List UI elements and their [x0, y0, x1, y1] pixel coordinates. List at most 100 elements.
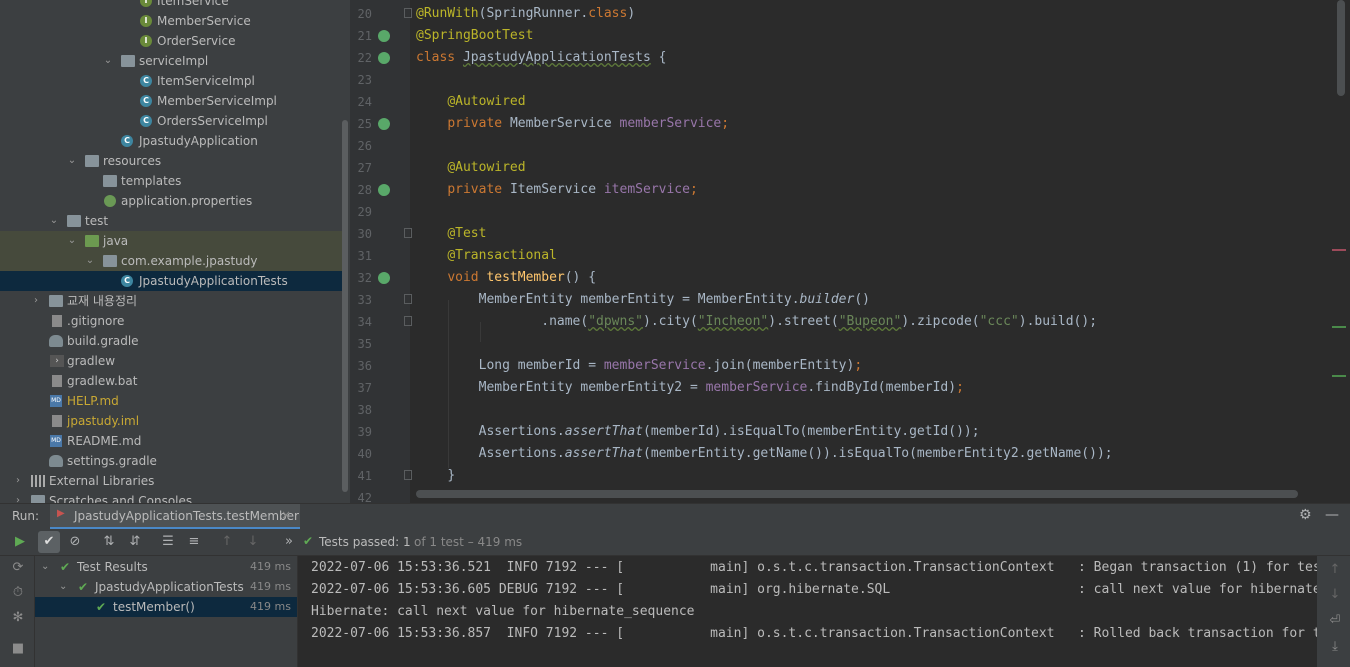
scroll-to-end-icon[interactable]: ⤓ [1326, 639, 1344, 654]
up-arrow-icon[interactable]: ↑ [1326, 562, 1344, 577]
run-label: Run: [12, 509, 40, 523]
console-line: 2022-07-06 15:53:36.857 INFO 7192 --- [ … [311, 626, 1317, 641]
show-passed-icon[interactable]: ✔ [38, 531, 60, 553]
tree-item-java[interactable]: ⌄ java [0, 231, 342, 251]
code-line-36: Long memberId = memberService.join(membe… [478, 358, 863, 373]
editor-horizontal-scrollbar[interactable] [416, 490, 1298, 498]
tree-item-ordersserviceimpl[interactable]: C OrdersServiceImpl [0, 111, 342, 131]
error-stripe-marker[interactable] [1332, 249, 1346, 251]
gear-icon[interactable]: ⚙ [1299, 507, 1312, 523]
tree-item-resources[interactable]: ⌄ resources [0, 151, 342, 171]
test-source-folder-icon [85, 235, 99, 247]
chevron-right-icon[interactable]: › [12, 471, 24, 491]
interface-icon: I [140, 0, 152, 7]
tree-item-test[interactable]: ⌄ test [0, 211, 342, 231]
code-line-37: MemberEntity memberEntity2 = memberServi… [478, 380, 964, 395]
rerun-failed-icon[interactable]: ⟳ [9, 560, 27, 575]
soft-wrap-icon[interactable]: ⏎ [1326, 613, 1344, 628]
show-ignored-icon[interactable]: ⊘ [64, 531, 86, 553]
line-number: 38 [357, 403, 372, 417]
run-test-gutter-icon[interactable] [378, 52, 390, 64]
sort-duration-icon[interactable]: ⇵ [124, 531, 146, 553]
chevron-down-icon[interactable]: ⌄ [41, 557, 49, 577]
tree-item-application-properties[interactable]: application.properties [0, 191, 342, 211]
tree-item-help-md[interactable]: MD HELP.md [0, 391, 342, 411]
test-class-row[interactable]: ⌄ ✔ JpastudyApplicationTests 419 ms [35, 577, 297, 597]
test-folder-icon [67, 215, 81, 227]
warning-stripe-marker[interactable] [1332, 326, 1346, 328]
collapse-all-icon[interactable]: ≡ [183, 531, 205, 553]
tree-item-gradlew-bat[interactable]: gradlew.bat [0, 371, 342, 391]
fold-icon[interactable] [404, 8, 412, 18]
tree-item-memberserviceimpl[interactable]: C MemberServiceImpl [0, 91, 342, 111]
run-test-gutter-icon[interactable] [378, 272, 390, 284]
debug-icon[interactable]: ✻ [9, 610, 27, 625]
tree-item-jpastudyapplicationtests[interactable]: C JpastudyApplicationTests [0, 271, 342, 291]
tree-item-serviceimpl[interactable]: ⌄ serviceImpl [0, 51, 342, 71]
editor-vertical-scrollbar[interactable] [1337, 0, 1345, 96]
more-icon[interactable]: » [278, 531, 300, 553]
file-icon [52, 315, 62, 327]
line-number: 28 [357, 183, 372, 197]
next-test-icon[interactable]: ↓ [242, 531, 264, 553]
chevron-down-icon[interactable]: ⌄ [48, 211, 60, 231]
tree-item-jpastudyapplication[interactable]: C JpastudyApplication [0, 131, 342, 151]
previous-test-icon[interactable]: ↑ [216, 531, 238, 553]
line-number: 24 [357, 95, 372, 109]
toggle-auto-test-icon[interactable]: ⏱ [9, 585, 27, 600]
minimize-icon[interactable]: — [1325, 507, 1339, 523]
test-method-row[interactable]: ✔ testMember() 419 ms [35, 597, 297, 617]
fold-icon[interactable] [404, 316, 412, 326]
code-line-25: private MemberService memberService; [447, 116, 730, 131]
chevron-down-icon[interactable]: ⌄ [66, 151, 78, 171]
test-run-icon: ▶ [57, 508, 65, 519]
chevron-down-icon[interactable]: ⌄ [66, 231, 78, 251]
tree-scrollbar[interactable] [342, 120, 348, 492]
autowired-gutter-icon[interactable] [378, 118, 390, 130]
project-tree: I ItemService I MemberService I OrderSer… [0, 0, 350, 503]
tree-item-korean-notes[interactable]: › 교재 내용정리 [0, 291, 342, 311]
fold-icon[interactable] [404, 294, 412, 304]
package-icon [121, 55, 135, 67]
tests-summary: of 1 test – 419 ms [414, 535, 523, 549]
warning-stripe-marker[interactable] [1332, 375, 1346, 377]
autowired-gutter-icon[interactable] [378, 184, 390, 196]
tree-item-jpastudy-iml[interactable]: jpastudy.iml [0, 411, 342, 431]
code-line-31: @Transactional [447, 248, 557, 263]
tree-item-scratches[interactable]: › Scratches and Consoles [0, 491, 342, 503]
run-toolbar: ▶ ✔ ⊘ ⇅ ⇵ ☰ ≡ ↑ ↓ » ✔ Tests passed: 1 of… [0, 529, 1350, 556]
tree-item-gradlew[interactable]: › gradlew [0, 351, 342, 371]
code-line-28: private ItemService itemService; [447, 182, 698, 197]
spring-bean-gutter-icon[interactable] [378, 30, 390, 42]
chevron-down-icon[interactable]: ⌄ [102, 51, 114, 71]
tree-item-build-gradle[interactable]: build.gradle [0, 331, 342, 351]
tree-item-itemserviceimpl[interactable]: C ItemServiceImpl [0, 71, 342, 91]
run-tab[interactable]: ▶ JpastudyApplicationTests.testMember × [50, 504, 300, 530]
tree-item-gitignore[interactable]: .gitignore [0, 311, 342, 331]
tree-item-external-libraries[interactable]: › External Libraries [0, 471, 342, 491]
sort-alpha-icon[interactable]: ⇅ [98, 531, 120, 553]
line-number: 22 [357, 51, 372, 65]
chevron-right-icon[interactable]: › [30, 291, 42, 311]
test-results-root[interactable]: ⌄ ✔ Test Results 419 ms [35, 557, 297, 577]
chevron-right-icon[interactable]: › [12, 491, 24, 503]
code-line-41: } [447, 468, 456, 483]
tree-item-readme-md[interactable]: MD README.md [0, 431, 342, 451]
chevron-down-icon[interactable]: ⌄ [59, 577, 67, 597]
tree-item-memberservice[interactable]: I MemberService [0, 11, 342, 31]
close-icon[interactable]: × [281, 508, 291, 522]
tree-item-itemservice[interactable]: I ItemService [0, 0, 342, 11]
rerun-icon[interactable]: ▶ [9, 531, 31, 553]
tree-item-orderservice[interactable]: I OrderService [0, 31, 342, 51]
down-arrow-icon[interactable]: ↓ [1326, 587, 1344, 602]
chevron-down-icon[interactable]: ⌄ [84, 251, 96, 271]
code-line-24: @Autowired [447, 94, 526, 109]
console-output[interactable]: 2022-07-06 15:53:36.521 INFO 7192 --- [ … [299, 556, 1317, 667]
tree-item-settings-gradle[interactable]: settings.gradle [0, 451, 342, 471]
fold-icon[interactable] [404, 470, 412, 480]
expand-all-icon[interactable]: ☰ [157, 531, 179, 553]
stop-icon[interactable]: ■ [9, 641, 27, 656]
fold-icon[interactable] [404, 228, 412, 238]
tree-item-templates[interactable]: templates [0, 171, 342, 191]
tree-item-com-example-jpastudy[interactable]: ⌄ com.example.jpastudy [0, 251, 342, 271]
